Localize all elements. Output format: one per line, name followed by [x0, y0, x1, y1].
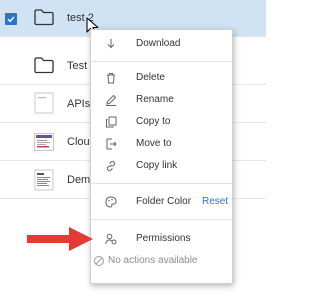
menu-label: Folder Color	[136, 196, 192, 207]
presentation-thumbnail-icon	[34, 133, 54, 151]
reset-link[interactable]: Reset	[202, 196, 228, 207]
menu-label: Copy to	[136, 116, 171, 127]
download-icon	[107, 39, 115, 49]
file-name[interactable]: Test	[67, 60, 87, 72]
move-icon	[106, 138, 117, 150]
menu-label: Download	[136, 38, 181, 49]
menu-separator	[91, 183, 232, 184]
document-thumbnail-icon	[34, 92, 54, 114]
link-icon	[106, 160, 116, 172]
menu-item-move-to[interactable]: Move to	[91, 135, 232, 153]
trash-icon	[107, 73, 115, 84]
menu-label: Move to	[136, 138, 172, 149]
menu-label: No actions available	[108, 255, 198, 266]
file-name[interactable]: APIs	[67, 98, 90, 110]
menu-item-permissions[interactable]: Permissions	[91, 230, 232, 248]
context-menu: Download Delete Rename Copy to Move to C…	[90, 29, 233, 284]
menu-separator	[91, 61, 232, 62]
menu-item-copy-to[interactable]: Copy to	[91, 113, 232, 131]
menu-item-rename[interactable]: Rename	[91, 91, 232, 109]
menu-item-delete[interactable]: Delete	[91, 69, 232, 87]
folder-icon	[34, 9, 54, 26]
menu-label: Delete	[136, 72, 165, 83]
menu-label: Copy link	[136, 160, 178, 171]
copy-icon	[106, 116, 117, 128]
menu-label: Permissions	[136, 233, 191, 244]
blocked-icon	[94, 256, 104, 266]
menu-item-no-actions: No actions available	[91, 252, 232, 270]
menu-item-download[interactable]: Download	[91, 35, 232, 53]
menu-item-copy-link[interactable]: Copy link	[91, 157, 232, 175]
row-checkbox[interactable]	[5, 13, 17, 25]
menu-item-folder-color[interactable]: Folder Color Reset	[91, 193, 232, 211]
menu-separator	[91, 219, 232, 220]
permissions-user-icon	[105, 233, 117, 245]
check-icon	[7, 16, 15, 23]
rename-pencil-icon	[106, 94, 117, 106]
palette-icon	[105, 196, 117, 208]
menu-label: Rename	[136, 94, 174, 105]
red-arrow-annotation	[27, 227, 93, 251]
text-thumbnail-icon	[34, 169, 54, 191]
folder-icon	[34, 57, 54, 74]
